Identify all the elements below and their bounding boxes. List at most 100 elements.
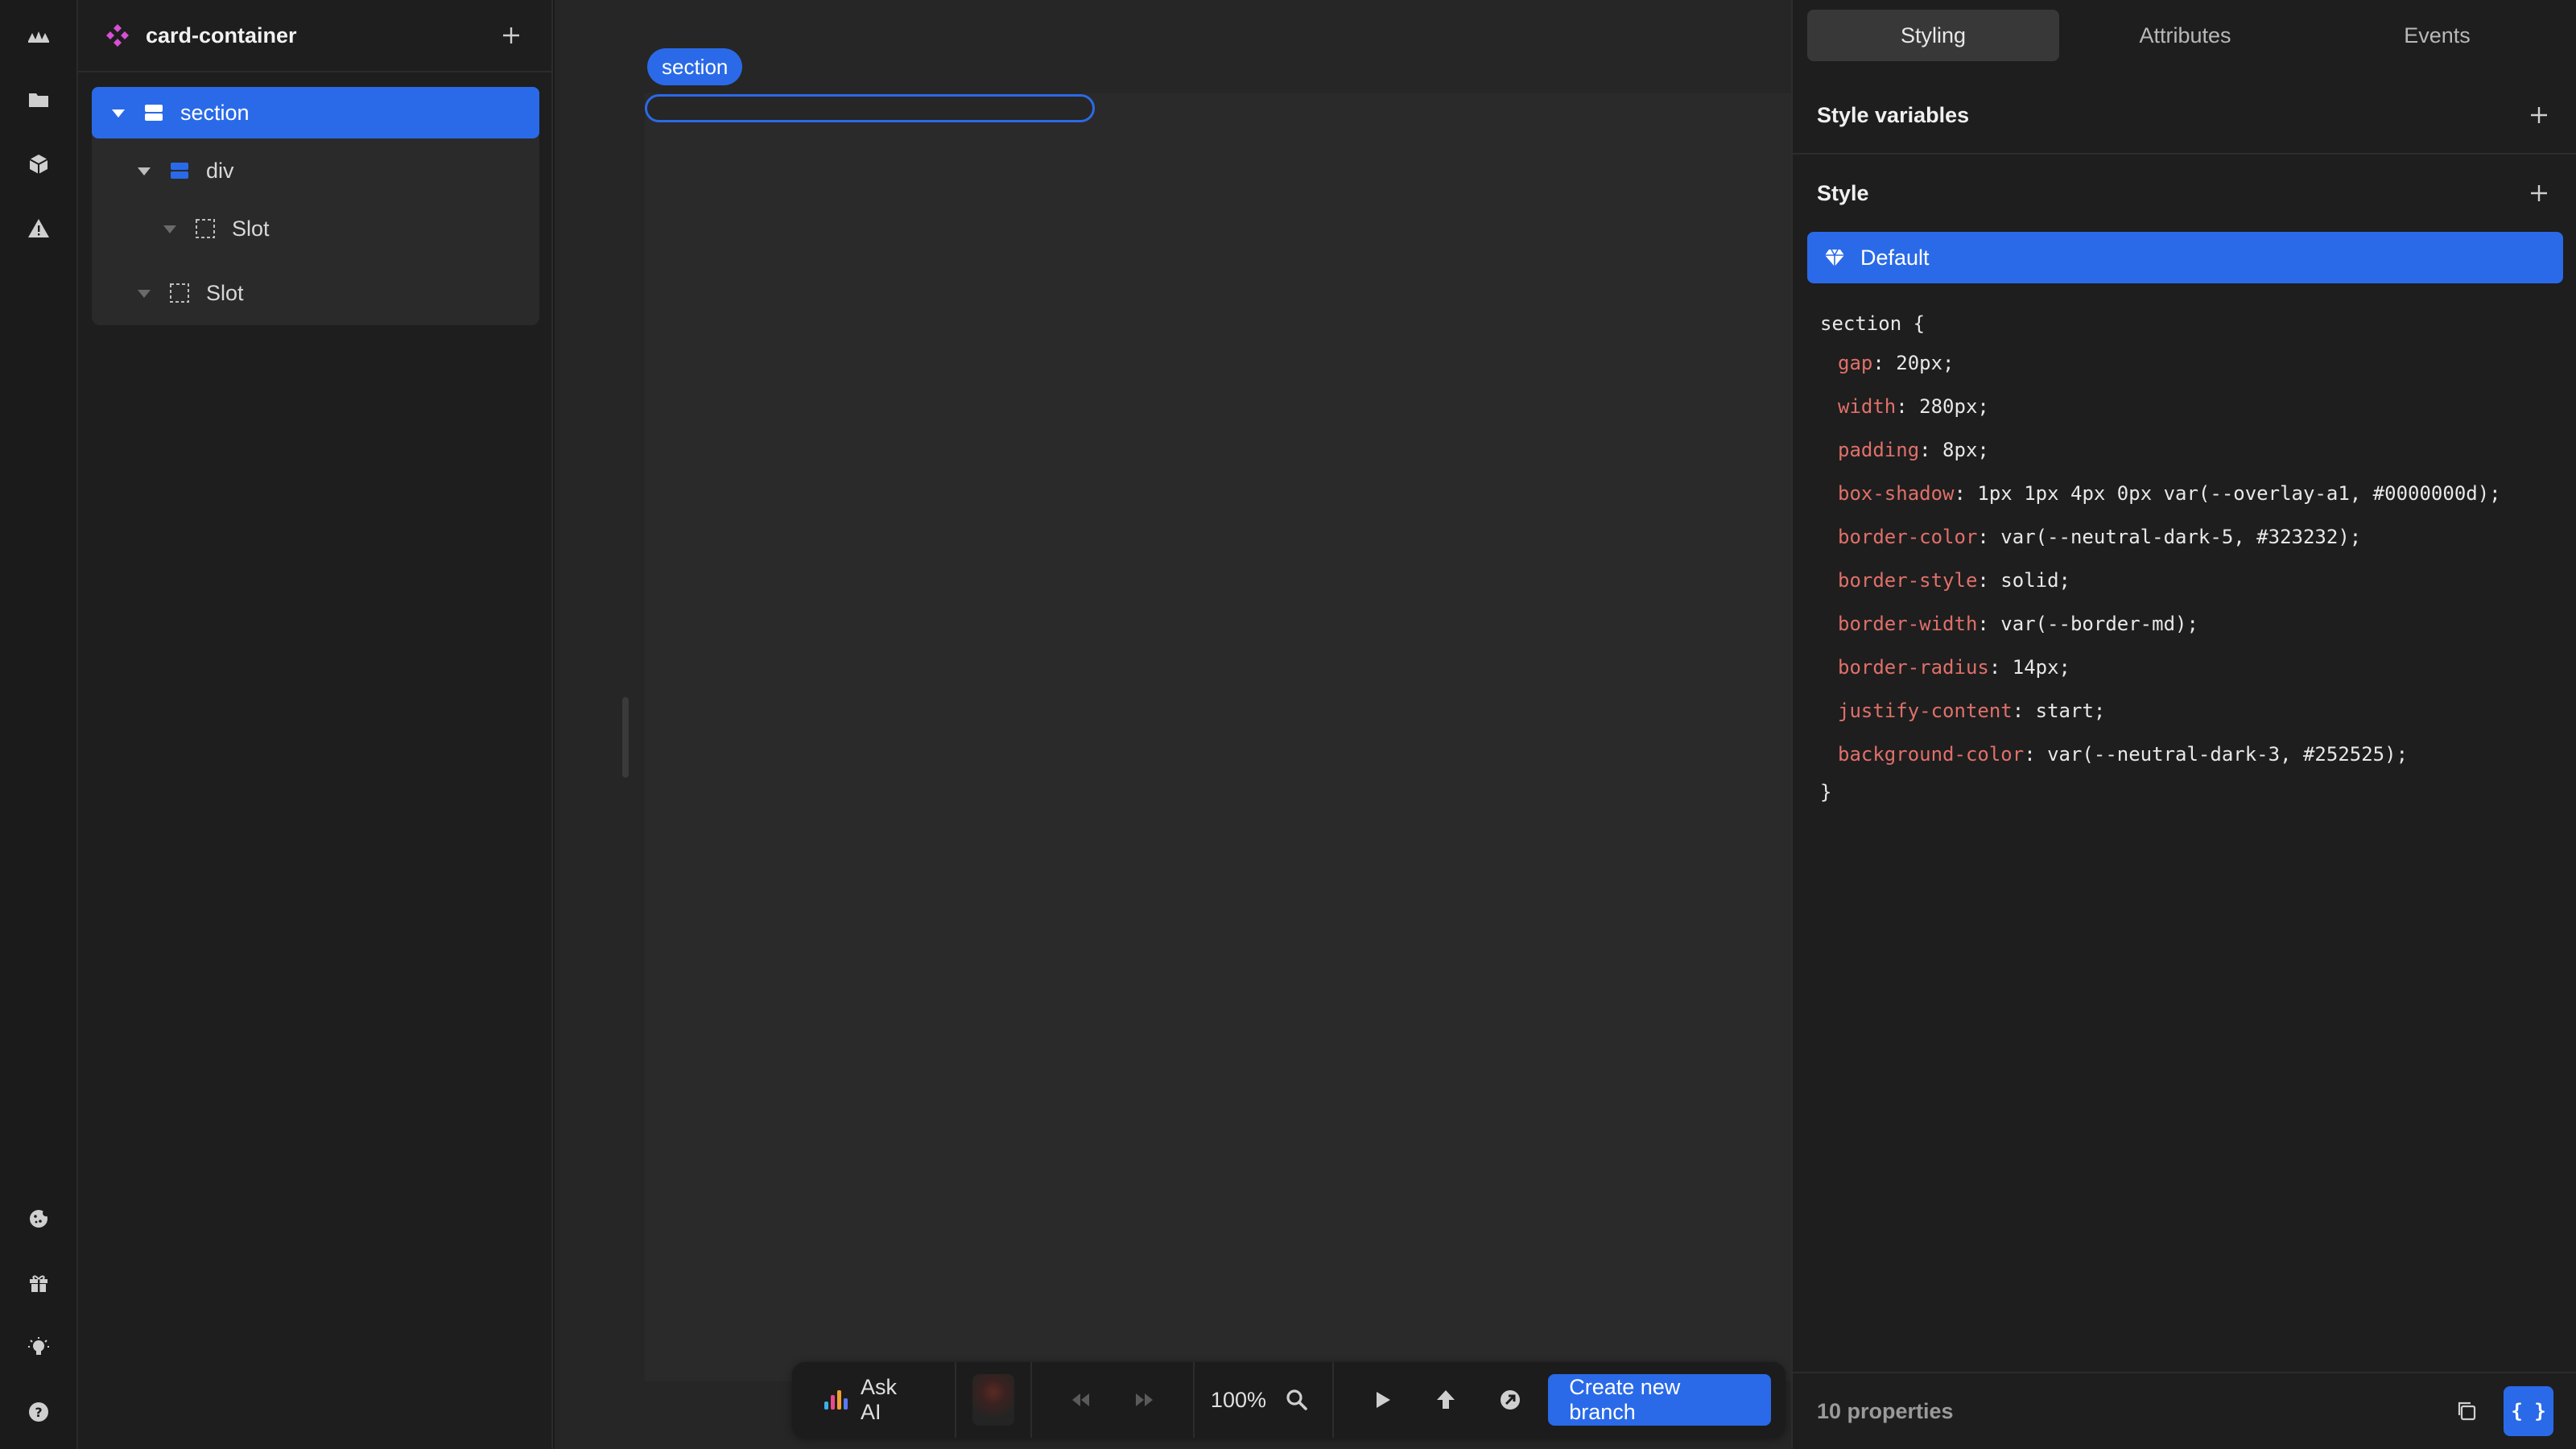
undo-button[interactable]: [1064, 1384, 1096, 1416]
folder-icon[interactable]: [23, 84, 55, 116]
css-property-name: box-shadow: [1838, 482, 1955, 505]
history-group: [1032, 1362, 1195, 1438]
help-icon[interactable]: ?: [23, 1396, 55, 1428]
warning-icon[interactable]: [23, 213, 55, 245]
svg-text:?: ?: [35, 1405, 42, 1420]
zoom-level[interactable]: 100%: [1211, 1388, 1266, 1413]
avatar[interactable]: [972, 1374, 1014, 1426]
box-icon[interactable]: [23, 148, 55, 180]
tree-item-slot[interactable]: Slot: [92, 203, 539, 254]
properties-count: 10 properties: [1817, 1398, 1954, 1423]
avatar-group: [956, 1362, 1032, 1438]
css-declaration[interactable]: gap: 20px;: [1820, 341, 2501, 385]
css-declaration[interactable]: border-style: solid;: [1820, 559, 2501, 602]
css-declaration[interactable]: border-width: var(--border-md);: [1820, 602, 2501, 646]
design-canvas[interactable]: section: [555, 0, 1791, 1449]
css-property-name: border-style: [1838, 569, 1978, 592]
rewind-icon: [1071, 1393, 1089, 1406]
tab-events[interactable]: Events: [2311, 10, 2563, 61]
css-property-name: justify-content: [1838, 700, 2013, 722]
css-property-value: : solid;: [1977, 569, 2070, 592]
tree-item-label: Slot: [232, 216, 270, 241]
slot-icon: [196, 219, 215, 238]
artboard[interactable]: [645, 93, 1791, 1381]
style-title: Style: [1817, 180, 1869, 205]
component-icon: [106, 24, 129, 47]
tree-item-label: section: [180, 100, 250, 125]
css-property-value: : var(--neutral-dark-3, #252525);: [2024, 743, 2409, 766]
chevron-down-icon[interactable]: [135, 162, 153, 180]
play-icon: [1376, 1392, 1390, 1408]
ai-icon: [824, 1390, 848, 1410]
search-icon: [1286, 1389, 1307, 1410]
copy-icon: [2458, 1402, 2476, 1421]
container-icon: [171, 163, 188, 179]
tree-item-section[interactable]: section: [92, 87, 539, 138]
layer-tree: section div Slot Slot: [92, 87, 539, 325]
add-style-button[interactable]: [2524, 179, 2553, 208]
tab-styling[interactable]: Styling: [1807, 10, 2059, 61]
css-declaration[interactable]: padding: 8px;: [1820, 428, 2501, 472]
copy-button[interactable]: [2446, 1390, 2487, 1432]
selected-section-outline[interactable]: [645, 94, 1095, 122]
ask-ai-button[interactable]: Ask AI: [807, 1375, 939, 1425]
tab-attributes[interactable]: Attributes: [2059, 10, 2311, 61]
css-property-value: : 8px;: [1919, 439, 1989, 461]
style-section: Style: [1793, 155, 2576, 232]
css-property-value: : 14px;: [1988, 656, 2070, 679]
ask-ai-label: Ask AI: [861, 1375, 898, 1424]
chevron-down-icon[interactable]: [135, 284, 153, 302]
ask-ai-group: Ask AI: [807, 1362, 956, 1438]
selected-element-tag[interactable]: section: [647, 48, 743, 85]
css-property-value: : 1px 1px 4px 0px var(--overlay-a1, #000…: [1954, 482, 2501, 505]
layers-header: card-container: [78, 0, 551, 72]
style-variables-section: Style variables: [1793, 77, 2576, 155]
chevron-down-icon[interactable]: [109, 104, 127, 122]
properties-tabs: Styling Attributes Events: [1807, 10, 2563, 61]
css-code-block[interactable]: section { gap: 20px; width: 280px; paddi…: [1820, 306, 2501, 808]
logo-icon[interactable]: [23, 19, 55, 52]
container-icon: [145, 105, 163, 121]
css-property-value: : var(--border-md);: [1977, 613, 2198, 635]
canvas-resize-handle[interactable]: [622, 697, 629, 778]
code-view-button[interactable]: { }: [2504, 1386, 2553, 1436]
tree-item-label: Slot: [206, 280, 244, 305]
css-property-name: border-width: [1838, 613, 1978, 635]
css-declaration[interactable]: justify-content: start;: [1820, 689, 2501, 733]
css-declaration[interactable]: box-shadow: 1px 1px 4px 0px var(--overla…: [1820, 472, 2501, 515]
add-style-variable-button[interactable]: [2524, 101, 2553, 130]
fast-forward-icon: [1135, 1393, 1153, 1406]
zoom-button[interactable]: [1281, 1384, 1313, 1416]
slot-icon: [170, 283, 189, 303]
diamond-icon: [1825, 249, 1844, 266]
create-new-branch-button[interactable]: Create new branch: [1548, 1374, 1771, 1426]
publish-button[interactable]: [1430, 1384, 1461, 1416]
preview-button[interactable]: [1366, 1384, 1397, 1416]
share-button[interactable]: [1494, 1384, 1525, 1416]
css-property-value: : 20px;: [1872, 352, 1955, 374]
css-declaration[interactable]: border-radius: 14px;: [1820, 646, 2501, 689]
properties-footer: 10 properties { }: [1793, 1372, 2576, 1449]
css-declaration[interactable]: width: 280px;: [1820, 385, 2501, 428]
css-property-name: background-color: [1838, 743, 2025, 766]
plus-icon: [2531, 185, 2547, 201]
bulb-icon[interactable]: [23, 1331, 55, 1364]
component-title: card-container: [146, 23, 297, 47]
css-property-name: border-color: [1838, 526, 1978, 548]
tree-item-div[interactable]: div: [92, 145, 539, 196]
tree-item-slot[interactable]: Slot: [92, 267, 539, 319]
style-variant-default[interactable]: Default: [1807, 232, 2563, 283]
bottom-toolbar: Ask AI 100% Create new branch: [792, 1362, 1785, 1438]
selector-open: section {: [1820, 312, 1926, 335]
css-property-name: width: [1838, 395, 1897, 418]
css-declaration[interactable]: background-color: var(--neutral-dark-3, …: [1820, 733, 2501, 776]
css-declaration[interactable]: border-color: var(--neutral-dark-5, #323…: [1820, 515, 2501, 559]
canvas-top-area: [555, 0, 1791, 93]
plus-icon: [2531, 107, 2547, 123]
style-variables-title: Style variables: [1817, 102, 1970, 127]
add-layer-button[interactable]: [497, 21, 526, 50]
chevron-down-icon[interactable]: [161, 220, 179, 237]
cookie-icon[interactable]: [23, 1203, 55, 1235]
redo-button[interactable]: [1129, 1384, 1161, 1416]
gift-icon[interactable]: [23, 1267, 55, 1299]
